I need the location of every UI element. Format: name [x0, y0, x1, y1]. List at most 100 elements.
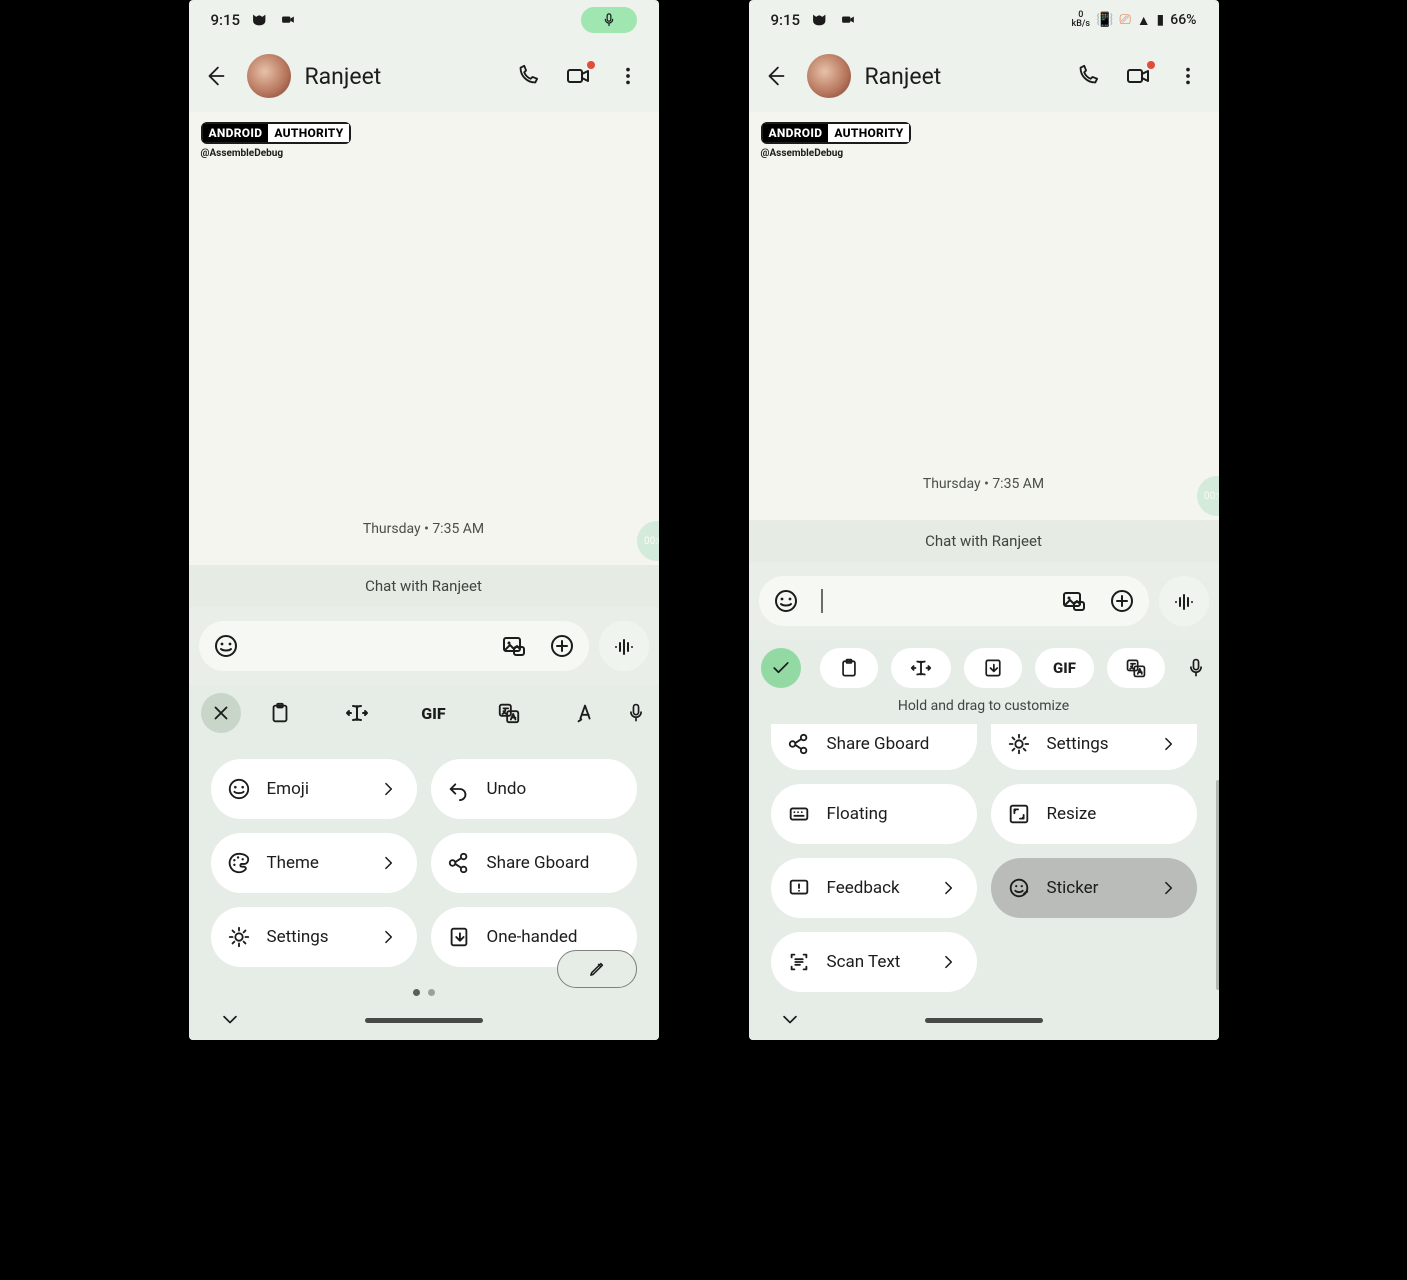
gif-button[interactable]: GIF [421, 704, 445, 723]
chevron-right-icon [1159, 734, 1179, 754]
mic-icon [1185, 657, 1207, 679]
gif-button[interactable]: GIF [1035, 648, 1094, 688]
share-icon [447, 851, 471, 875]
back-button[interactable] [199, 59, 233, 93]
shortcut-resize[interactable]: Resize [991, 784, 1197, 844]
shortcut-theme[interactable]: Theme [211, 833, 417, 893]
gesture-handle[interactable] [365, 1018, 483, 1023]
clipboard-icon [268, 701, 292, 725]
resize-icon [1007, 802, 1031, 826]
message-composer [749, 562, 1219, 640]
text-cursor-button[interactable] [891, 648, 951, 688]
gallery-icon[interactable] [501, 633, 527, 659]
conversation-area[interactable]: ANDROIDAUTHORITY @AssembleDebug Thursday… [189, 112, 659, 565]
nav-bar [189, 1000, 659, 1040]
add-icon[interactable] [549, 633, 575, 659]
clipboard-button[interactable] [268, 701, 292, 725]
cat-icon [250, 10, 270, 30]
keyboard-panel: GIF Hold and drag to customize Share Gbo… [749, 640, 1219, 1040]
sticker-icon [1007, 876, 1031, 900]
confirm-toolbar-button[interactable] [761, 648, 801, 688]
translate-button[interactable] [1107, 648, 1165, 688]
video-call-button[interactable] [565, 63, 591, 89]
watermark: ANDROIDAUTHORITY @AssembleDebug [749, 112, 1219, 159]
clipboard-button[interactable] [820, 648, 878, 688]
shortcut-floating[interactable]: Floating [771, 784, 977, 844]
translate-icon [497, 701, 521, 725]
video-call-button[interactable] [1125, 63, 1151, 89]
watermark-brand-b: AUTHORITY [268, 124, 349, 142]
voice-message-button[interactable] [599, 621, 649, 671]
shortcut-feedback[interactable]: Feedback [771, 858, 977, 918]
gear-icon [227, 925, 251, 949]
gallery-icon[interactable] [1061, 588, 1087, 614]
shortcut-emoji[interactable]: Emoji [211, 759, 417, 819]
collapse-keyboard-button[interactable] [219, 1009, 241, 1031]
more-vert-icon [617, 65, 639, 87]
nav-bar [749, 1000, 1219, 1040]
shortcut-undo[interactable]: Undo [431, 759, 637, 819]
scrollbar[interactable] [1216, 780, 1219, 990]
emoji-icon[interactable] [213, 633, 239, 659]
close-toolbar-button[interactable] [201, 693, 241, 733]
more-button[interactable] [617, 65, 639, 87]
page-dot-icon [428, 989, 435, 996]
message-input[interactable] [759, 576, 1149, 626]
text-style-icon [573, 701, 597, 725]
shortcut-settings[interactable]: Settings [211, 907, 417, 967]
voice-call-button[interactable] [515, 64, 539, 88]
contact-name[interactable]: Ranjeet [305, 63, 501, 90]
shortcut-share-gboard[interactable]: Share Gboard [431, 833, 637, 893]
add-icon[interactable] [1109, 588, 1135, 614]
emoji-icon[interactable] [773, 588, 799, 614]
phone-right: 9:15 0kB/s 📳 ⎚ ▲ ▮ 66% Ranjeet ANDROIDAU… [749, 0, 1219, 1040]
shortcut-scan-text[interactable]: Scan Text [771, 932, 977, 992]
conversation-area[interactable]: ANDROIDAUTHORITY @AssembleDebug Thursday… [749, 112, 1219, 520]
translate-button[interactable] [497, 701, 521, 725]
text-cursor-button[interactable] [344, 700, 370, 726]
mic-button[interactable] [1185, 657, 1207, 679]
text-style-button[interactable] [573, 701, 597, 725]
chevron-right-icon [379, 927, 399, 947]
feedback-icon [787, 876, 811, 900]
one-handed-icon [982, 657, 1004, 679]
contact-avatar[interactable] [807, 54, 851, 98]
voice-message-button[interactable] [1159, 576, 1209, 626]
emoji-icon [227, 777, 251, 801]
keyboard-panel: GIF Emoji Undo Theme Share Gboard Settin… [189, 685, 659, 1040]
gesture-handle[interactable] [925, 1018, 1043, 1023]
contact-avatar[interactable] [247, 54, 291, 98]
text-cursor-icon [821, 589, 823, 613]
more-button[interactable] [1177, 65, 1199, 87]
watermark-brand-b: AUTHORITY [828, 124, 909, 142]
shortcut-settings[interactable]: Settings [991, 724, 1197, 770]
collapse-keyboard-button[interactable] [779, 1009, 801, 1031]
shortcut-share-gboard[interactable]: Share Gboard [771, 724, 977, 770]
voice-call-button[interactable] [1075, 64, 1099, 88]
watermark-handle: @AssembleDebug [201, 148, 647, 159]
more-vert-icon [1177, 65, 1199, 87]
day-stamp: Thursday • 7:35 AM [749, 476, 1219, 492]
notification-dot-icon [587, 61, 595, 69]
wifi-icon: ▲ [1137, 12, 1151, 29]
back-button[interactable] [759, 59, 793, 93]
one-handed-button[interactable] [964, 648, 1022, 688]
battery-percent: 66% [1170, 12, 1196, 28]
gear-icon [1007, 732, 1031, 756]
chevron-right-icon [379, 779, 399, 799]
shortcut-sticker[interactable]: Sticker [991, 858, 1197, 918]
palette-icon [227, 851, 251, 875]
chevron-down-icon [779, 1009, 801, 1031]
mic-button[interactable] [625, 702, 647, 724]
status-time: 9:15 [211, 11, 241, 29]
edit-shortcuts-button[interactable] [557, 950, 637, 988]
contact-name[interactable]: Ranjeet [865, 63, 1061, 90]
customize-hint: Hold and drag to customize [749, 696, 1219, 720]
watermark-brand-a: ANDROID [203, 124, 269, 142]
message-input[interactable] [199, 621, 589, 671]
phone-icon [515, 64, 539, 88]
message-composer [189, 607, 659, 685]
mic-icon [601, 12, 617, 28]
close-icon [210, 702, 232, 724]
undo-icon [447, 777, 471, 801]
